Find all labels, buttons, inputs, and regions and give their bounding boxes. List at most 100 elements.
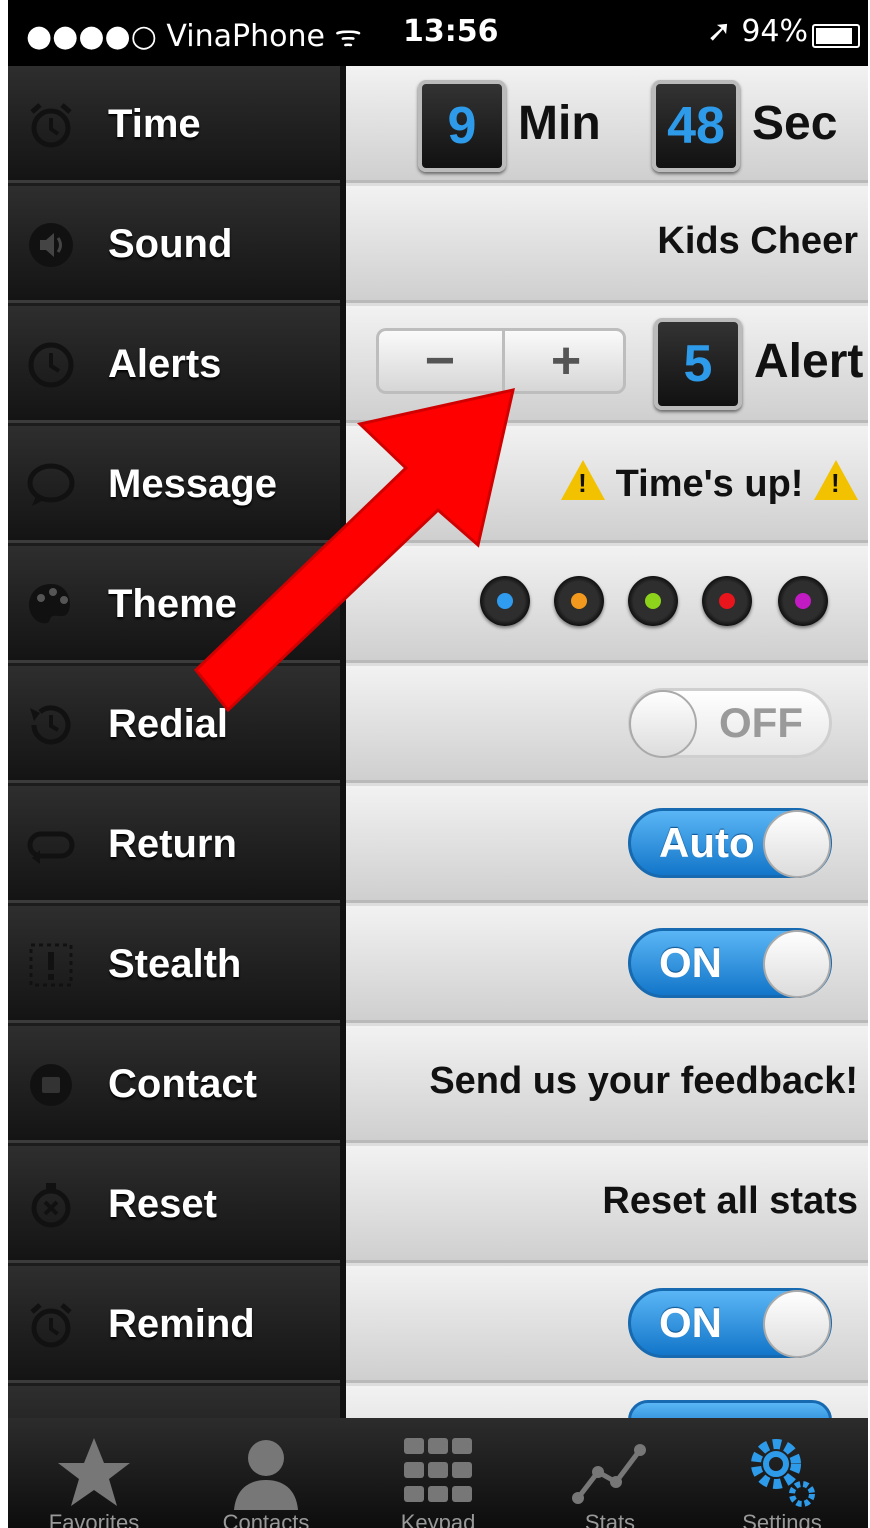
message-row[interactable]: Time's up!: [346, 426, 868, 543]
sidebar-item-label: Reset: [108, 1182, 217, 1226]
tab-bar: Favorites Contacts Keypad Stats Settings: [8, 1418, 868, 1528]
sec-label: Sec: [752, 97, 838, 150]
tab-settings[interactable]: Settings: [696, 1418, 868, 1528]
time-row: 9 Min 48 Sec: [346, 66, 868, 183]
sidebar-item-time[interactable]: Time: [8, 66, 340, 183]
seconds-display[interactable]: 48: [652, 80, 740, 172]
contact-icon: [26, 1060, 76, 1110]
sidebar-item-message[interactable]: Message: [8, 426, 340, 543]
gear-icon: [742, 1432, 822, 1512]
redial-row: OFF: [346, 666, 868, 783]
sidebar-item-label: Sound: [108, 222, 233, 266]
status-bar: ●●●●○ VinaPhone ᯤ 13:56 ➚ 94%: [8, 0, 868, 66]
sidebar-item-return[interactable]: Return: [8, 786, 340, 903]
sidebar-item-label: Alerts: [108, 342, 222, 386]
tab-favorites[interactable]: Favorites: [8, 1418, 180, 1528]
sidebar-item-redial[interactable]: Redial: [8, 666, 340, 783]
increment-button[interactable]: +: [505, 331, 627, 391]
sidebar-item-theme[interactable]: Theme: [8, 546, 340, 663]
toggle-knob: [763, 930, 831, 998]
alert-stepper[interactable]: − +: [376, 328, 626, 394]
contact-row[interactable]: Send us your feedback!: [346, 1026, 868, 1143]
person-icon: [226, 1432, 306, 1512]
speech-bubble-icon: [26, 460, 76, 510]
tab-contacts[interactable]: Contacts: [180, 1418, 352, 1528]
alarm-clock-icon: [26, 1300, 76, 1350]
min-label: Min: [518, 97, 601, 150]
stealth-row: ON: [346, 906, 868, 1023]
warning-icon: [561, 460, 606, 500]
sidebar-item-label: Return: [108, 822, 237, 866]
sidebar-item-label: Message: [108, 462, 277, 506]
phone-screen: ●●●●○ VinaPhone ᯤ 13:56 ➚ 94% Time Sound…: [8, 0, 868, 1528]
stealth-icon: [26, 940, 76, 990]
tab-label: Keypad: [400, 1510, 476, 1528]
alert-label: Alert: [754, 335, 864, 388]
reset-row[interactable]: Reset all stats: [346, 1146, 868, 1263]
return-toggle[interactable]: Auto: [628, 808, 832, 878]
sidebar-item-remind[interactable]: Remind: [8, 1266, 340, 1383]
sidebar-item-label: Theme: [108, 582, 237, 626]
sound-value: Kids Cheer: [657, 220, 858, 262]
message-text: Time's up!: [615, 463, 804, 505]
alarm-clock-icon: [26, 100, 76, 150]
sidebar-item-label: Remind: [108, 1302, 255, 1346]
toggle-knob: [629, 690, 697, 758]
message-value: Time's up!: [561, 460, 858, 506]
battery-percent: ➚ 94%: [706, 14, 808, 49]
toggle-label: ON: [659, 1299, 722, 1346]
speaker-icon: [26, 220, 76, 270]
carrier-label: ●●●●○ VinaPhone ᯤ: [26, 19, 362, 54]
clock-icon: [26, 340, 76, 390]
theme-row: [346, 546, 868, 663]
settings-sidebar: Time Sound Alerts Message Theme Redial R…: [8, 66, 340, 1503]
sidebar-item-stealth[interactable]: Stealth: [8, 906, 340, 1023]
sidebar-item-contact[interactable]: Contact: [8, 1026, 340, 1143]
sidebar-item-sound[interactable]: Sound: [8, 186, 340, 303]
sidebar-item-label: Time: [108, 102, 201, 146]
tab-label: Settings: [742, 1510, 822, 1528]
return-icon: [26, 820, 76, 870]
star-icon: [54, 1432, 134, 1512]
palette-icon: [26, 580, 76, 630]
history-icon: [26, 700, 76, 750]
battery-icon: [812, 24, 860, 48]
toggle-knob: [763, 1290, 831, 1358]
toggle-label: Auto: [659, 819, 755, 866]
sidebar-item-reset[interactable]: Reset: [8, 1146, 340, 1263]
theme-dot-purple[interactable]: [778, 576, 828, 626]
tab-stats[interactable]: Stats: [524, 1418, 696, 1528]
theme-dot-green[interactable]: [628, 576, 678, 626]
sidebar-item-label: Redial: [108, 702, 229, 746]
sidebar-item-alerts[interactable]: Alerts: [8, 306, 340, 423]
sidebar-item-label: Stealth: [108, 942, 242, 986]
redial-toggle[interactable]: OFF: [628, 688, 832, 758]
contact-value: Send us your feedback!: [429, 1060, 858, 1102]
theme-dot-orange[interactable]: [554, 576, 604, 626]
theme-dot-blue[interactable]: [480, 576, 530, 626]
remind-toggle[interactable]: ON: [628, 1288, 832, 1358]
minutes-display[interactable]: 9: [418, 80, 506, 172]
settings-content: 9 Min 48 Sec Kids Cheer 5 Alert − + Time…: [340, 66, 868, 1503]
tab-label: Stats: [584, 1510, 636, 1528]
tab-label: Favorites: [48, 1510, 140, 1528]
decrement-button[interactable]: −: [379, 331, 501, 391]
toggle-knob: [763, 810, 831, 878]
toggle-label: ON: [659, 939, 722, 986]
status-time: 13:56: [403, 14, 499, 49]
theme-dot-red[interactable]: [702, 576, 752, 626]
chart-icon: [570, 1432, 650, 1512]
keypad-icon: [398, 1432, 478, 1512]
return-row: Auto: [346, 786, 868, 903]
remind-row: ON: [346, 1266, 868, 1383]
tab-label: Contacts: [222, 1510, 310, 1528]
reset-value: Reset all stats: [602, 1180, 858, 1222]
reset-timer-icon: [26, 1180, 76, 1230]
warning-icon: [814, 460, 858, 500]
stealth-toggle[interactable]: ON: [628, 928, 832, 998]
toggle-label: OFF: [719, 699, 803, 746]
sound-row[interactable]: Kids Cheer: [346, 186, 868, 303]
sidebar-item-label: Contact: [108, 1062, 257, 1106]
tab-keypad[interactable]: Keypad: [352, 1418, 524, 1528]
alert-count-display: 5: [654, 318, 742, 410]
